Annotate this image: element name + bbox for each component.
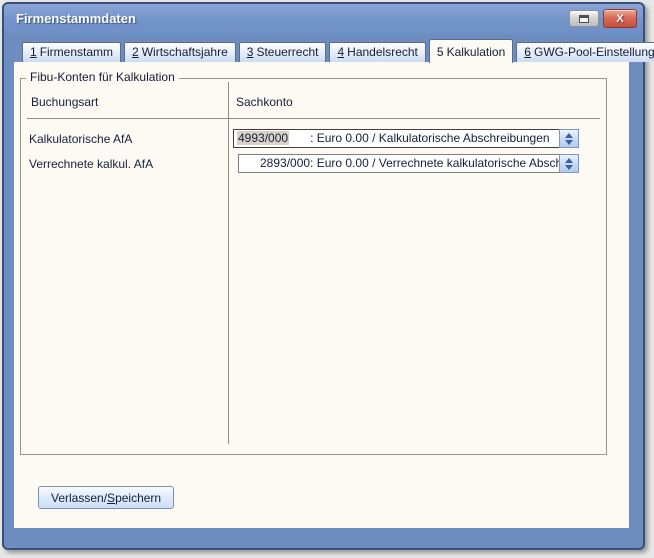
titlebar[interactable]: Firmenstammdaten <box>4 4 643 34</box>
row-label-verrechnete-kalkul-afa: Verrechnete kalkul. AfA <box>29 157 153 171</box>
tab-firmenstamm[interactable]: 1Firmenstamm <box>22 42 121 62</box>
tab-accel: 2 <box>132 45 139 59</box>
column-header-buchungsart: Buchungsart <box>31 95 98 109</box>
maximize-icon <box>579 15 589 23</box>
firmenstammdaten-window: Firmenstammdaten X 1Firmenstamm 2Wirtsch… <box>2 2 645 550</box>
tab-accel: 6 <box>524 45 531 59</box>
tab-accel: 3 <box>247 45 254 59</box>
tab-strip: 1Firmenstamm 2Wirtschaftsjahre 3Steuerre… <box>22 44 654 62</box>
groupbox-fibu-konten: Fibu-Konten für Kalkulation Buchungsart … <box>20 78 607 455</box>
sachkonto-combo-verrechnete-afa: 2893/000: Euro 0.00 / Verrechnete kalkul… <box>238 154 579 173</box>
button-label-prefix: Verlassen/ <box>51 491 107 505</box>
tab-page-kalkulation: Fibu-Konten für Kalkulation Buchungsart … <box>14 62 629 528</box>
combo-value-field[interactable]: 4993/000 : Euro 0.00 / Kalkulatorische Ab… <box>233 129 559 148</box>
groupbox-title: Fibu-Konten für Kalkulation <box>26 70 179 84</box>
tab-handelsrecht[interactable]: 4Handelsrecht <box>329 42 425 62</box>
column-divider <box>228 82 229 444</box>
tab-accel: 5 <box>437 45 444 59</box>
tab-gwg-pool-einstellungen[interactable]: 6GWG-Pool-Einstellungen <box>516 42 654 62</box>
spinner-down-icon <box>565 165 573 170</box>
button-accel: S <box>107 491 115 505</box>
account-value: 2893/000: Euro 0.00 / Verrechnete kalkul… <box>260 156 559 170</box>
spinner-up-icon <box>565 158 573 163</box>
header-separator <box>27 118 600 119</box>
tab-accel: 4 <box>337 45 344 59</box>
tab-kalkulation[interactable]: 5Kalkulation <box>429 39 513 63</box>
tab-label: Firmenstamm <box>40 45 113 59</box>
spinner-down-icon <box>565 140 573 145</box>
window-title: Firmenstammdaten <box>16 11 136 26</box>
tab-steuerrecht[interactable]: 3Steuerrecht <box>239 42 327 62</box>
spinner-up-icon <box>565 133 573 138</box>
column-header-sachkonto: Sachkonto <box>236 95 293 109</box>
tab-label: Wirtschaftsjahre <box>142 45 228 59</box>
verlassen-speichern-button[interactable]: Verlassen/Speichern <box>38 486 174 509</box>
tab-wirtschaftsjahre[interactable]: 2Wirtschaftsjahre <box>124 42 236 62</box>
combo-value-field[interactable]: 2893/000: Euro 0.00 / Verrechnete kalkul… <box>238 154 559 173</box>
button-label-suffix: peichern <box>115 491 161 505</box>
spinner-button[interactable] <box>559 154 579 173</box>
tab-label: Kalkulation <box>447 45 506 59</box>
restore-button[interactable] <box>569 10 599 27</box>
account-description: : Euro 0.00 / Kalkulatorische Abschreibu… <box>310 131 549 145</box>
close-icon: X <box>616 13 623 25</box>
tab-accel: 1 <box>30 45 37 59</box>
sachkonto-combo-kalkulatorische-afa: 4993/000 : Euro 0.00 / Kalkulatorische Ab… <box>233 129 579 148</box>
close-button[interactable]: X <box>603 9 637 28</box>
spinner-button[interactable] <box>559 129 579 148</box>
account-number-selected: 4993/000 <box>237 131 289 145</box>
tab-label: Steuerrecht <box>256 45 318 59</box>
tab-label: Handelsrecht <box>347 45 418 59</box>
tab-label: GWG-Pool-Einstellungen <box>534 45 654 59</box>
row-label-kalkulatorische-afa: Kalkulatorische AfA <box>29 132 132 146</box>
